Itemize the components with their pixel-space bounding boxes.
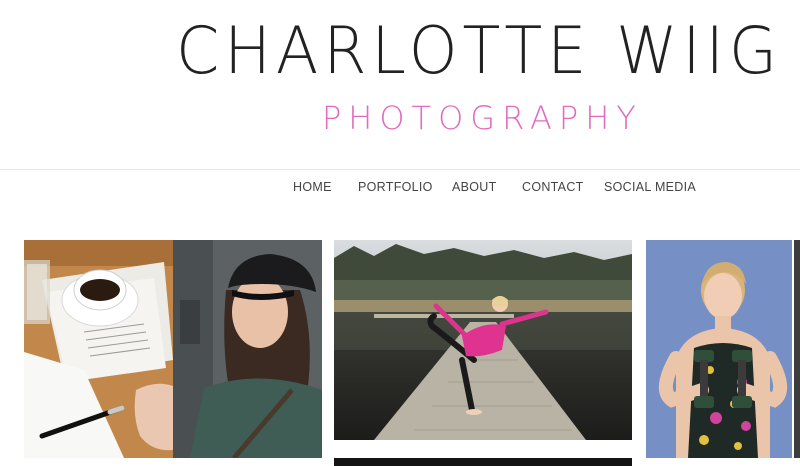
gallery-photo-yoga-pier[interactable] [334, 240, 632, 440]
nav-contact[interactable]: CONTACT [522, 180, 584, 194]
nav-home[interactable]: HOME [293, 180, 332, 194]
main-nav: HOME PORTFOLIO ABOUT CONTACT SOCIAL MEDI… [0, 180, 800, 198]
photo-fitness-image [646, 240, 792, 458]
nav-portfolio[interactable]: PORTFOLIO [358, 180, 433, 194]
gallery-photo-partial-right[interactable] [794, 240, 800, 458]
photo-coffee-portrait-image [24, 240, 322, 458]
photo-yoga-pier-image [334, 240, 632, 440]
gallery-photo-fitness[interactable] [646, 240, 792, 458]
nav-social-media[interactable]: SOCIAL MEDIA [604, 180, 696, 194]
site-subtitle: PHOTOGRAPHY [322, 99, 643, 137]
header-divider [0, 169, 800, 170]
site-title[interactable]: CHARLOTTE WIIG [176, 12, 782, 89]
nav-about[interactable]: ABOUT [452, 180, 497, 194]
gallery-photo-coffee-portrait[interactable] [24, 240, 322, 458]
gallery-photo-next-row[interactable] [334, 458, 632, 466]
